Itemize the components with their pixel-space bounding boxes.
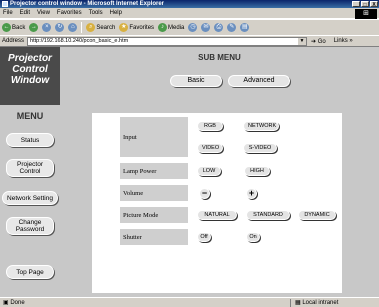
chevron-down-icon[interactable]: ▼ (298, 37, 307, 45)
media-label: Media (168, 24, 185, 31)
back-button[interactable]: ← Back (2, 23, 25, 32)
menu-help[interactable]: Help (110, 10, 122, 16)
window-titlebar: Projector control window - Microsoft Int… (0, 0, 379, 8)
lamp-low-button[interactable]: LOW (197, 166, 221, 176)
menu-file[interactable]: File (3, 10, 13, 16)
submenu-header: SUB MENU Basic Advanced (60, 47, 379, 105)
browser-toolbar: ← Back → × ↻ ⌂ ⌕ Search ★ Favorites ♪ Me… (0, 19, 379, 35)
sidebar-menu: MENU Status Projector Control Network Se… (0, 105, 60, 297)
sidebar-item-status[interactable]: Status (6, 133, 54, 147)
address-url: http://192.168.10.240/pcon_basic_e.htm (30, 38, 129, 44)
menu-edit[interactable]: Edit (20, 10, 30, 16)
status-bar: ▣ Done ▦ Local intranet (0, 297, 379, 307)
sidebar-item-projector-control[interactable]: Projector Control (6, 159, 54, 177)
media-button[interactable]: ♪ Media (158, 23, 184, 32)
windows-logo-icon: ⊞ (355, 9, 377, 19)
volume-label: Volume (120, 185, 188, 201)
shutter-off-button[interactable]: Off (197, 232, 211, 242)
basic-button[interactable]: Basic (170, 75, 222, 87)
zone-label: Local intranet (302, 300, 339, 306)
security-zone: ▦ Local intranet (290, 299, 338, 307)
search-button[interactable]: ⌕ Search (86, 23, 115, 32)
address-label: Address (2, 38, 25, 44)
input-video-button[interactable]: VIDEO (197, 143, 223, 153)
brand-line-3: Window (10, 75, 50, 86)
menu-view[interactable]: View (37, 10, 50, 16)
input-s-video-button[interactable]: S-VIDEO (243, 143, 277, 153)
shutter-label: Shutter (120, 229, 188, 245)
window-title: Projector control window - Microsoft Int… (10, 1, 165, 7)
page-done-icon: ▣ (3, 300, 11, 306)
history-icon[interactable]: ◷ (188, 23, 198, 32)
picture-mode-label: Picture Mode (120, 207, 188, 223)
window-controls: _ □ X (352, 1, 378, 8)
links-label: Links (333, 38, 348, 44)
menu-bar: File Edit View Favorites Tools Help (0, 8, 379, 18)
brand-line-1: Projector (8, 53, 52, 64)
input-label: Input (120, 117, 188, 157)
menu-title: MENU (16, 111, 44, 121)
back-label: Back (12, 24, 26, 31)
menu-tools[interactable]: Tools (89, 10, 103, 16)
sidebar-item-top-page[interactable]: Top Page (6, 265, 54, 279)
address-input[interactable]: http://192.168.10.240/pcon_basic_e.htm ▼ (27, 36, 308, 46)
minimize-button[interactable]: _ (352, 1, 360, 8)
forward-arrow-icon[interactable]: → (29, 23, 39, 32)
volume-up-button[interactable]: + (246, 188, 257, 199)
submenu-title: SUB MENU (198, 53, 241, 62)
picture-standard-button[interactable]: STANDARD (246, 210, 290, 220)
discuss-icon[interactable]: ▤ (240, 23, 250, 32)
shutter-on-button[interactable]: On (246, 232, 260, 242)
ie-page-icon (2, 1, 8, 7)
refresh-icon[interactable]: ↻ (55, 23, 65, 32)
search-icon: ⌕ (86, 23, 96, 32)
star-icon: ★ (119, 23, 129, 32)
search-label: Search (96, 24, 116, 31)
go-button[interactable]: ➔ Go (311, 38, 326, 45)
favorites-button[interactable]: ★ Favorites (119, 23, 154, 32)
favorites-label: Favorites (129, 24, 155, 31)
close-button[interactable]: X (370, 1, 378, 8)
brand-line-2: Control (12, 64, 48, 75)
menu-favorites[interactable]: Favorites (57, 10, 82, 16)
sidebar-item-network-setting[interactable]: Network Setting (2, 191, 58, 205)
picture-dynamic-button[interactable]: DYNAMIC (298, 210, 336, 220)
lamp-high-button[interactable]: HIGH (244, 166, 270, 176)
sidebar-item-change-password[interactable]: Change Password (6, 217, 54, 235)
home-icon[interactable]: ⌂ (68, 23, 78, 32)
edit-icon[interactable]: ✎ (227, 23, 237, 32)
volume-down-button[interactable]: − (199, 188, 210, 199)
mail-icon[interactable]: ✉ (201, 23, 211, 32)
status-text: Done (10, 299, 25, 306)
stop-icon[interactable]: × (42, 23, 52, 32)
advanced-button[interactable]: Advanced (228, 75, 290, 87)
maximize-button[interactable]: □ (361, 1, 369, 8)
print-icon[interactable]: ⎙ (214, 23, 224, 32)
brand-logo: Projector Control Window (0, 47, 60, 105)
input-rgb-button[interactable]: RGB (197, 121, 223, 131)
page-content: Projector Control Window SUB MENU Basic … (0, 47, 379, 297)
toolbar-separator (81, 22, 83, 33)
back-arrow-icon: ← (2, 23, 11, 32)
input-network-button[interactable]: NETWORK (243, 121, 279, 131)
picture-natural-button[interactable]: NATURAL (197, 210, 237, 220)
media-icon: ♪ (158, 23, 168, 32)
lamp-power-label: Lamp Power (120, 163, 188, 179)
address-bar: Address http://192.168.10.240/pcon_basic… (0, 35, 379, 47)
links-button[interactable]: Links » (334, 38, 353, 44)
go-label: Go (317, 38, 326, 45)
